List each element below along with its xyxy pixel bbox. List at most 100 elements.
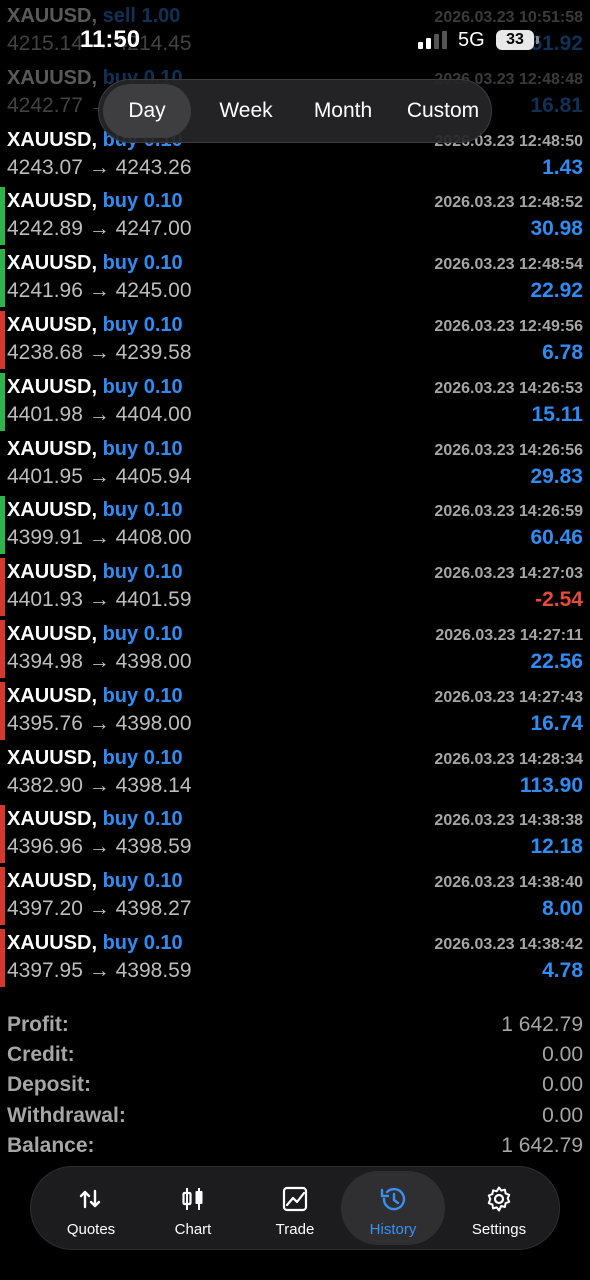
deal-row[interactable]: XAUUSD, buy 0.10 2026.03.23 14:27:43 4395.… [0,680,590,742]
deal-open-price: 4399.91 [7,526,83,550]
tab-label: Trade [275,1221,315,1238]
deal-symbol-line: XAUUSD, buy 0.10 [7,376,183,399]
deal-prices: 4397.20 → 4398.27 [7,897,192,921]
tab-settings[interactable]: Settings [447,1171,551,1245]
deal-time: 2026.03.23 12:49:56 [434,318,583,335]
deal-time: 2026.03.23 14:27:43 [434,688,583,706]
arrow-icon: → [88,650,110,673]
tab-trade[interactable]: Trade [243,1171,347,1245]
deal-time: 2026.03.23 14:27:11 [435,627,583,644]
deal-row[interactable]: XAUUSD, buy 0.10 2026.03.23 14:38:38 4396.… [0,803,590,865]
deal-profit: -2.54 [535,588,583,612]
arrow-icon: → [88,897,110,921]
deal-close-price: 4398.00 [115,650,192,673]
tab-history[interactable]: History [341,1171,445,1245]
deal-row[interactable]: XAUUSD, buy 0.10 2026.03.23 14:38:40 4397.… [0,865,590,927]
deal-prices: 4401.95 → 4405.94 [7,465,192,489]
deal-close-price: 4404.00 [115,402,192,426]
tab-chart[interactable]: Chart [141,1171,245,1245]
status-time: 11:50 [80,26,141,53]
deal-profit: 22.56 [530,650,583,673]
deal-prices: 4397.95 → 4398.59 [7,959,192,983]
deal-profit: 16.81 [530,93,583,117]
deal-row[interactable]: XAUUSD, buy 0.10 2026.03.23 12:48:52 4242.… [0,185,590,247]
period-selector: Day Week Month Custom [98,79,492,143]
period-tab-week[interactable]: Week [201,84,291,138]
deal-time: 2026.03.23 14:38:38 [434,812,583,830]
deal-row[interactable]: XAUUSD, buy 0.10 2026.03.23 12:48:54 4241.… [0,247,590,309]
deal-status-marker [0,249,5,308]
deal-status-marker [0,805,5,864]
deal-close-price: 4243.26 [115,155,192,179]
deal-close-price: 4245.00 [115,279,192,303]
deal-status-marker [0,681,5,740]
deal-symbol-line: XAUUSD, buy 0.10 [7,190,183,213]
arrow-icon: → [88,711,110,735]
deal-profit: 15.11 [531,402,583,426]
deal-symbol: XAUUSD, [7,684,98,707]
deal-open-price: 4394.98 [7,650,83,673]
battery-icon: 33 [496,30,534,50]
deal-prices: 4382.90 → 4398.14 [7,774,192,798]
deal-side-volume: buy 0.10 [102,375,183,398]
deal-symbol: XAUUSD, [7,499,98,522]
deal-time: 2026.03.23 14:26:59 [434,503,583,521]
candlestick-chart-icon [182,1188,203,1210]
arrow-icon: → [88,155,110,179]
deal-row[interactable]: XAUUSD, buy 0.10 2026.03.23 14:28:34 4382.… [0,742,590,804]
period-tab-day[interactable]: Day [103,84,191,138]
deal-side-volume: buy 0.10 [102,499,183,522]
deal-row[interactable]: XAUUSD, buy 0.10 2026.03.23 14:38:42 4397.… [0,927,590,989]
deal-time: 2026.03.23 14:38:40 [434,874,583,892]
arrow-icon: → [88,341,110,364]
summary-label: Credit: [7,1043,75,1067]
deal-symbol: XAUUSD, [7,375,98,398]
deal-prices: 4242.89 → 4247.00 [7,217,192,241]
deal-open-price: 4243.07 [7,155,83,179]
deal-row[interactable]: XAUUSD, buy 0.10 2026.03.23 14:26:56 4401.… [0,433,590,495]
deal-close-price: 4398.59 [115,835,192,859]
tab-label: Settings [471,1221,527,1238]
arrow-icon: → [88,526,110,550]
deal-symbol-line: XAUUSD, buy 0.10 [7,561,183,584]
deal-side-volume: buy 0.10 [102,746,183,769]
deal-row[interactable]: XAUUSD, buy 0.10 2026.03.23 12:49:56 4238.… [0,309,590,371]
deal-row[interactable]: XAUUSD, buy 0.10 2026.03.23 14:27:11 4394.… [0,618,590,680]
deal-status-marker [0,620,5,678]
deal-status-marker [0,929,5,987]
arrow-icon: → [88,217,110,241]
cellular-signal-icon [418,31,448,49]
deal-open-price: 4382.90 [7,773,83,797]
trade-chart-icon [282,1186,308,1212]
deal-row[interactable]: XAUUSD, buy 0.10 2026.03.23 14:26:59 4399.… [0,494,590,556]
deal-close-price: 4405.94 [115,464,192,488]
tab-quotes[interactable]: Quotes [39,1171,143,1245]
deal-open-price: 4242.89 [7,217,83,241]
deal-row[interactable]: XAUUSD, buy 0.10 2026.03.23 14:26:53 4401.… [0,371,590,433]
deal-time: 2026.03.23 14:28:34 [434,750,583,768]
deal-open-price: 4401.95 [7,464,83,488]
deal-prices: 4401.98 → 4404.00 [7,403,192,427]
deal-row[interactable]: XAUUSD, buy 0.10 2026.03.23 14:27:03 4401.… [0,556,590,618]
period-tab-month[interactable]: Month [297,84,389,138]
arrow-icon: → [88,464,110,488]
summary-row-profit: Profit: 1 642.79 [0,1010,590,1040]
network-type: 5G [458,29,485,51]
deal-side-volume: buy 0.10 [102,190,183,213]
deal-profit: 4.78 [542,959,583,982]
arrow-icon: → [88,588,110,612]
deal-side-volume: buy 0.10 [102,932,183,954]
deal-status-marker [0,558,5,617]
deal-close-price: 4398.27 [115,897,192,921]
period-tab-custom[interactable]: Custom [395,84,491,138]
deal-symbol: XAUUSD, [7,561,98,584]
deal-symbol-line: XAUUSD, buy 0.10 [7,314,183,337]
deal-prices: 4395.76 → 4398.00 [7,712,192,736]
deal-profit: 29.83 [530,464,583,488]
deal-profit: 113.90 [519,773,583,797]
deal-symbol-line: XAUUSD, buy 0.10 [7,870,183,893]
quotes-icon [79,1189,101,1209]
deal-profit: 60.46 [530,526,583,550]
deal-prices: 4396.96 → 4398.59 [7,835,192,859]
deal-time: 2026.03.23 14:26:53 [434,379,583,397]
